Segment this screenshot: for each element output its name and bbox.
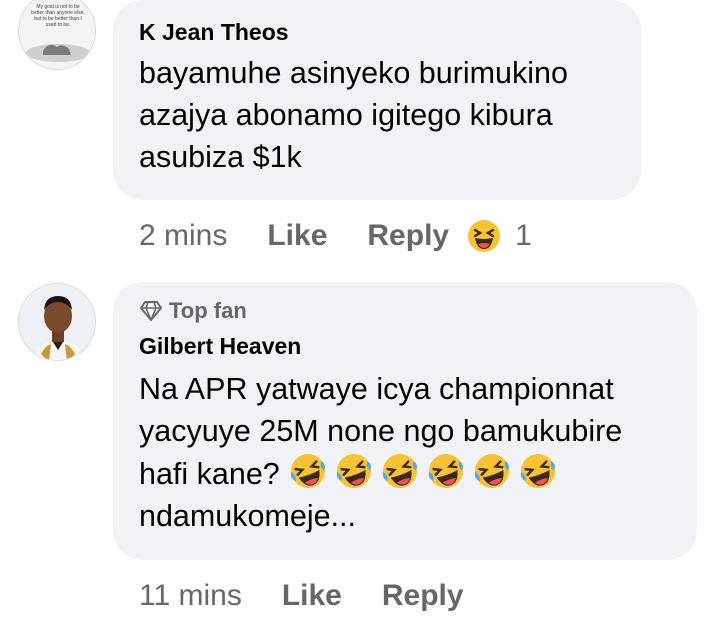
- laughing-emoji-row: [288, 452, 558, 490]
- like-button[interactable]: Like: [267, 219, 327, 253]
- rolling-on-floor-laughing-emoji-icon: [429, 454, 464, 488]
- rolling-on-floor-laughing-emoji-icon: [291, 454, 326, 488]
- avatar-image: [19, 284, 95, 360]
- comment-bubble: Top fan Gilbert Heaven Na APR yatwaye ic…: [113, 282, 697, 560]
- avatar-image: My goal is not to be better than anyone …: [19, 0, 95, 69]
- comment-actions: 2 mins Like Reply 1: [139, 216, 532, 256]
- rolling-on-floor-laughing-emoji-icon: [521, 454, 556, 488]
- avatar[interactable]: [18, 283, 96, 361]
- comment-2: Top fan Gilbert Heaven Na APR yatwaye ic…: [0, 282, 720, 623]
- svg-text:used to be.: used to be.: [46, 22, 71, 28]
- rolling-on-floor-laughing-emoji-icon: [475, 454, 510, 488]
- comment-author[interactable]: K Jean Theos: [139, 18, 615, 46]
- rolling-on-floor-laughing-emoji-icon: [337, 454, 372, 488]
- comment-actions: 11 mins Like Reply: [139, 576, 504, 616]
- top-fan-label: Top fan: [169, 298, 247, 323]
- comment-1: My goal is not to be better than anyone …: [0, 0, 720, 270]
- comment-text: Na APR yatwaye icya championnat yacyuye …: [139, 368, 679, 537]
- reaction-count: 1: [515, 219, 532, 252]
- comment-text-end: ndamukomeje...: [139, 499, 356, 533]
- reaction-summary[interactable]: 1: [467, 219, 532, 253]
- rolling-on-floor-laughing-emoji-icon: [383, 454, 418, 488]
- comment-bubble: K Jean Theos bayamuhe asinyeko burimukin…: [113, 0, 641, 200]
- comment-timestamp[interactable]: 2 mins: [139, 219, 227, 253]
- reply-button[interactable]: Reply: [382, 579, 464, 613]
- reply-button[interactable]: Reply: [367, 219, 449, 253]
- top-fan-badge[interactable]: Top fan: [139, 296, 671, 326]
- avatar[interactable]: My goal is not to be better than anyone …: [18, 0, 96, 70]
- diamond-icon: [140, 301, 162, 321]
- comment-text: bayamuhe asinyeko burimukino azajya abon…: [139, 56, 568, 174]
- comment-author[interactable]: Gilbert Heaven: [139, 332, 671, 360]
- like-button[interactable]: Like: [282, 579, 342, 613]
- comment-timestamp[interactable]: 11 mins: [139, 579, 242, 613]
- grinning-squinting-emoji-icon: [468, 220, 501, 252]
